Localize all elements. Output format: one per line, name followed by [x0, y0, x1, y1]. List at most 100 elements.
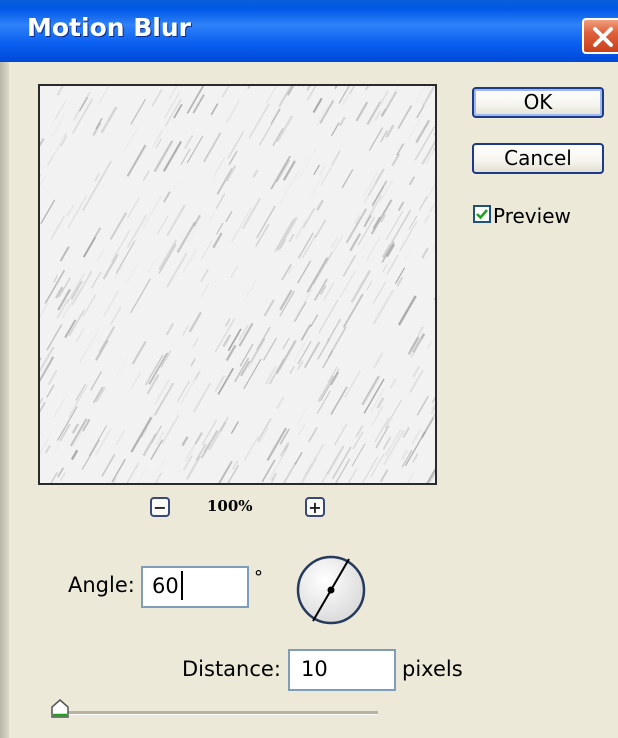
blur-streak: [200, 283, 210, 298]
preview-area[interactable]: [38, 84, 437, 485]
cancel-button[interactable]: Cancel: [472, 143, 604, 174]
preview-checkbox-label: Preview: [493, 204, 571, 228]
blur-streak: [192, 94, 205, 114]
blur-streak: [319, 100, 335, 124]
blur-streak: [150, 439, 164, 461]
blur-streak: [209, 212, 216, 222]
blur-streak: [330, 386, 348, 415]
blur-streak: [288, 233, 295, 242]
blur-streak: [326, 445, 345, 475]
blur-streak: [417, 326, 424, 335]
blur-streak: [412, 365, 421, 378]
blur-streak: [215, 193, 226, 210]
blur-streak: [122, 126, 139, 153]
blur-streak: [56, 86, 65, 96]
blur-streak: [355, 424, 364, 438]
blur-streak: [382, 264, 388, 273]
blur-streak: [200, 268, 209, 282]
blur-streak: [421, 411, 435, 437]
blur-streak: [382, 436, 392, 450]
blur-streak: [126, 462, 140, 483]
blur-streak: [243, 435, 259, 461]
zoom-out-button[interactable]: −: [150, 497, 170, 517]
blur-streak: [416, 395, 429, 416]
blur-streak: [171, 180, 180, 194]
blur-streak: [185, 455, 202, 480]
blur-streak: [116, 356, 128, 375]
zoom-in-button[interactable]: +: [305, 497, 325, 517]
blur-streak: [243, 358, 262, 390]
blur-streak: [360, 243, 367, 253]
close-button[interactable]: [582, 18, 618, 54]
blur-streak: [192, 338, 199, 348]
blur-streak: [102, 253, 119, 280]
blur-streak: [102, 290, 120, 317]
blur-streak: [111, 458, 126, 483]
blur-streak: [300, 456, 318, 483]
blur-streak: [79, 350, 87, 362]
blur-streak: [279, 290, 295, 317]
blur-streak: [279, 289, 293, 311]
blur-streak: [166, 204, 186, 237]
preview-checkbox[interactable]: [473, 205, 491, 223]
blur-streak: [330, 122, 340, 137]
blur-streak: [50, 215, 66, 240]
distance-slider-track[interactable]: [51, 711, 378, 715]
blur-streak: [225, 165, 237, 182]
blur-streak: [157, 215, 169, 235]
blur-streak: [98, 326, 116, 353]
blur-streak: [279, 170, 300, 205]
blur-streak: [203, 132, 222, 163]
blur-streak: [243, 280, 257, 302]
blur-streak: [384, 399, 402, 429]
blur-streak: [422, 86, 435, 107]
blur-streak: [300, 324, 312, 341]
ok-button[interactable]: OK: [472, 87, 604, 118]
blur-streak: [56, 406, 78, 441]
blur-streak: [389, 378, 397, 389]
distance-slider-thumb[interactable]: [49, 698, 71, 720]
preview-image: [40, 86, 435, 483]
blur-streak: [190, 358, 196, 367]
angle-dial[interactable]: [295, 554, 367, 626]
blur-streak: [396, 143, 405, 156]
blur-streak: [114, 264, 124, 279]
blur-streak: [409, 334, 420, 351]
window-left-border: [0, 62, 9, 738]
distance-input[interactable]: 10: [288, 649, 396, 691]
blur-streak: [294, 219, 308, 240]
blur-streak: [317, 338, 331, 360]
blur-streak: [46, 384, 55, 398]
blur-streak: [126, 144, 147, 177]
dialog-title: Motion Blur: [27, 13, 192, 42]
blur-streak: [313, 251, 333, 285]
blur-streak: [262, 337, 278, 361]
blur-streak: [432, 298, 435, 304]
blur-streak: [378, 90, 389, 107]
blur-streak: [213, 157, 226, 177]
blur-streak: [91, 272, 102, 289]
close-icon: [593, 27, 613, 47]
blur-streak: [256, 205, 276, 239]
blur-streak: [282, 461, 297, 483]
blur-streak: [187, 436, 194, 446]
angle-dial-center: [327, 586, 335, 594]
blur-streak: [366, 280, 373, 291]
blur-streak: [409, 369, 424, 393]
angle-label: Angle:: [68, 573, 135, 597]
blur-streak: [289, 365, 295, 375]
blur-streak: [274, 218, 295, 253]
blur-streak: [276, 216, 298, 251]
blur-streak: [242, 197, 262, 229]
angle-input[interactable]: 60: [141, 566, 249, 608]
distance-label: Distance:: [182, 657, 281, 681]
blur-streak: [234, 357, 250, 383]
blur-streak: [402, 426, 411, 438]
zoom-level: 100%: [207, 497, 253, 515]
blur-streak: [40, 357, 42, 361]
blur-streak: [130, 98, 147, 125]
blur-streak: [386, 254, 399, 275]
blur-streak: [115, 429, 126, 446]
blur-streak: [186, 86, 205, 114]
blur-streak: [52, 274, 59, 283]
